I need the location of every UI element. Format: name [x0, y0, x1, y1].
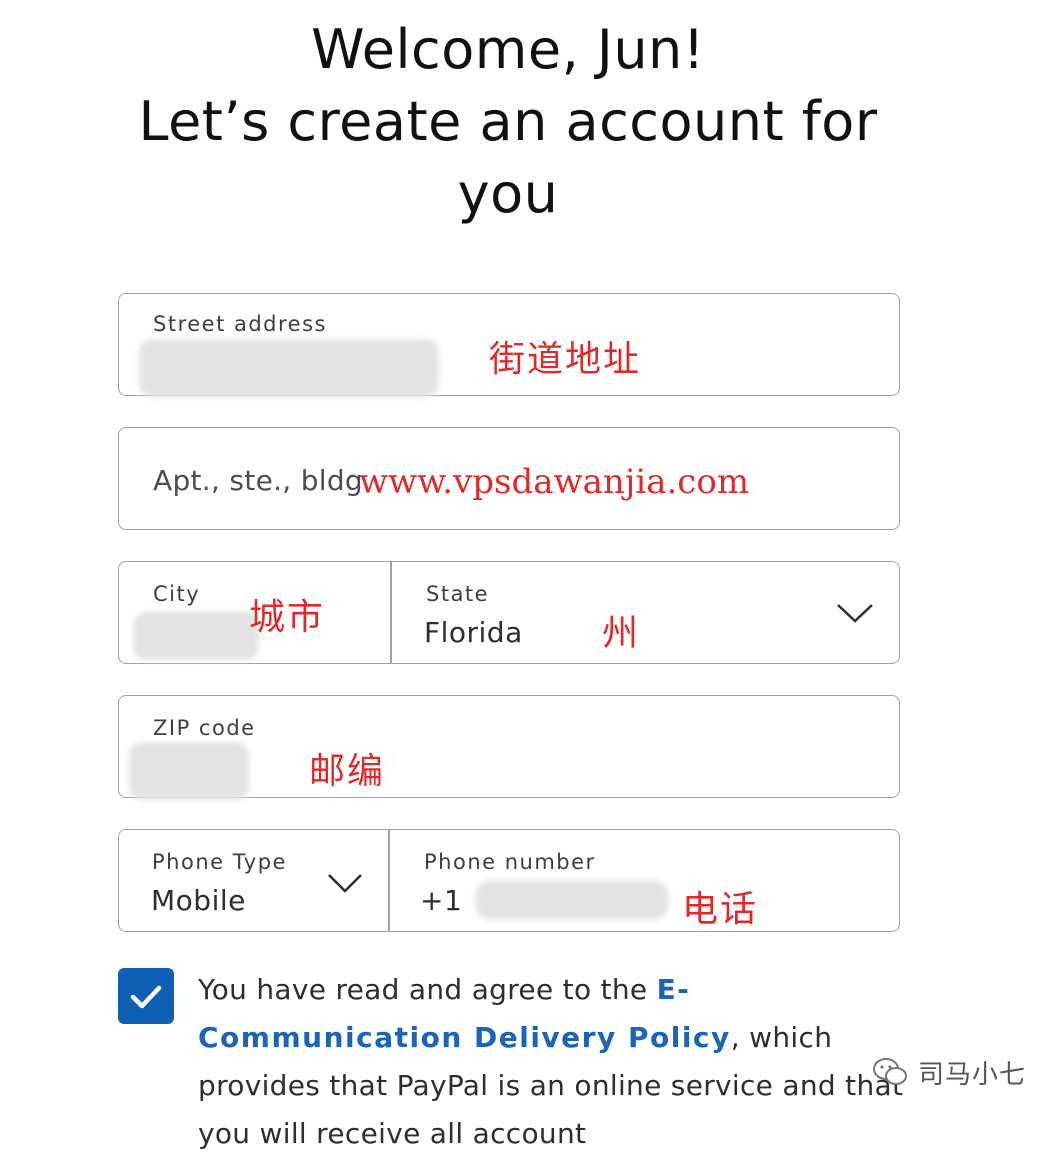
title-line-3: you — [457, 162, 559, 225]
city-annotation: 城市 — [249, 597, 326, 638]
zip-code-label: ZIP code — [153, 716, 256, 740]
chevron-down-icon — [837, 604, 873, 623]
phone-number-label: Phone number — [424, 850, 596, 874]
zip-code-annotation: 邮编 — [309, 751, 386, 792]
phone-number-field[interactable]: Phone number +1 电话 — [390, 830, 898, 930]
phone-type-label: Phone Type — [152, 850, 287, 874]
page-title: Welcome, Jun! Let’s create an account fo… — [0, 14, 1016, 230]
apt-suite-field[interactable]: Apt., ste., bldg www.vpsdawanjia.com — [118, 427, 900, 530]
phone-country-code: +1 — [420, 884, 463, 917]
wechat-watermark: 司马小七 — [872, 1052, 1026, 1092]
title-line-1: Welcome, Jun! — [311, 18, 705, 81]
street-address-annotation: 街道地址 — [489, 339, 642, 380]
city-field[interactable]: City 城市 — [119, 562, 391, 662]
wechat-icon — [873, 1058, 907, 1085]
state-value: Florida — [424, 616, 523, 649]
street-address-label: Street address — [153, 312, 327, 336]
state-annotation: 州 — [602, 613, 641, 654]
wechat-account-name: 司马小七 — [918, 1059, 1027, 1090]
zip-code-value-redacted — [129, 742, 249, 800]
chevron-down-icon — [328, 874, 362, 893]
city-value-redacted — [133, 612, 259, 660]
city-state-group: City 城市 State Florida 州 — [118, 561, 900, 664]
site-watermark: www.vpsdawanjia.com — [359, 462, 750, 502]
consent-checkbox[interactable] — [118, 968, 174, 1024]
phone-group: Phone Type Mobile Phone number +1 电话 — [118, 829, 900, 932]
phone-number-value-redacted — [476, 880, 668, 920]
phone-type-value: Mobile — [151, 884, 246, 917]
apt-suite-placeholder: Apt., ste., bldg — [153, 464, 364, 497]
title-line-2: Let’s create an account for — [138, 90, 878, 153]
state-label: State — [426, 582, 490, 606]
street-address-value-redacted — [139, 339, 439, 397]
checkmark-icon — [130, 985, 162, 1009]
state-select[interactable]: State Florida 州 — [392, 562, 898, 662]
street-address-field[interactable]: Street address 街道地址 — [118, 293, 900, 397]
consent-text-before: You have read and agree to the — [198, 973, 657, 1006]
zip-code-field[interactable]: ZIP code 邮编 — [118, 695, 900, 800]
phone-type-select[interactable]: Phone Type Mobile — [119, 830, 388, 930]
consent-text: You have read and agree to the E-Communi… — [198, 966, 918, 1158]
phone-number-annotation: 电话 — [682, 889, 759, 930]
city-label: City — [153, 582, 201, 606]
